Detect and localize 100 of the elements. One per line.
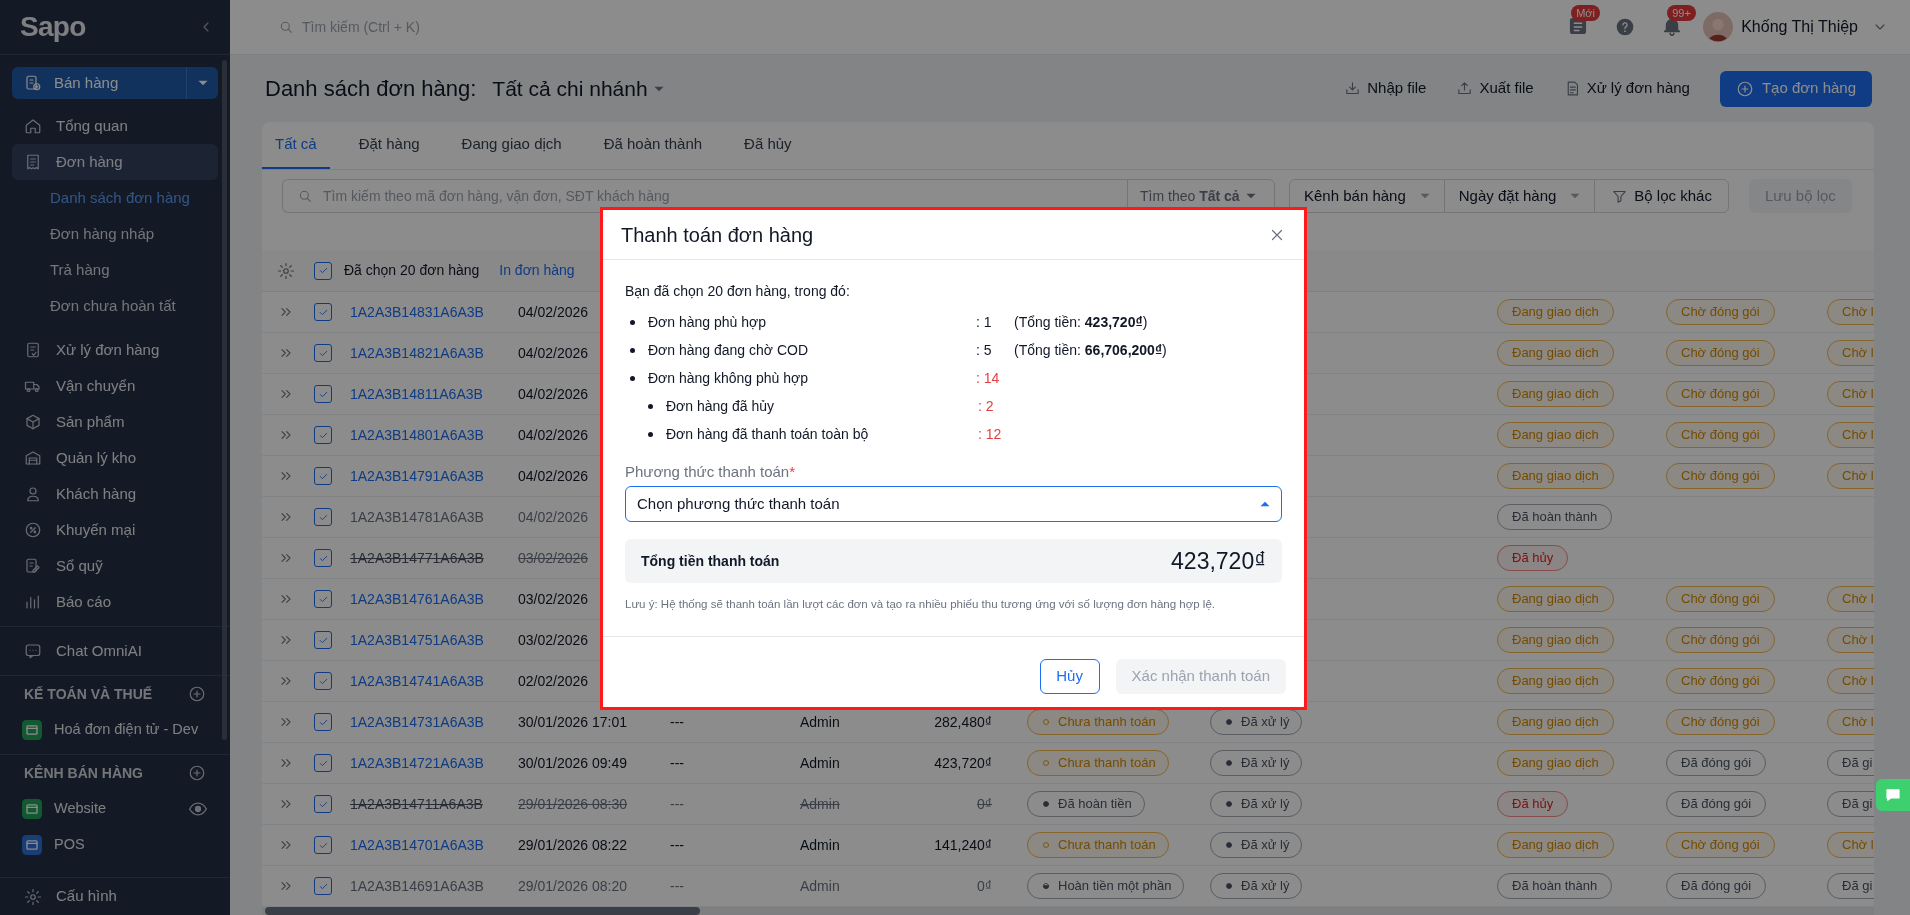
section-title: KÊNH BÁN HÀNG xyxy=(24,763,143,783)
checkbox[interactable] xyxy=(314,877,332,895)
help-icon[interactable] xyxy=(1615,17,1636,37)
checkbox[interactable] xyxy=(314,467,332,485)
branch-dropdown[interactable]: Tất cả chi nhánh xyxy=(492,72,664,105)
bar-chart-icon xyxy=(24,593,42,611)
chat-button[interactable] xyxy=(1876,779,1910,811)
status-badge: Đang giao dịch xyxy=(1497,463,1614,489)
checkbox[interactable] xyxy=(314,795,332,813)
order-code-link[interactable]: 1A2A3B14831A6A3B xyxy=(350,303,484,320)
create-order-button[interactable]: Tạo đơn hàng xyxy=(1719,70,1872,107)
scrollbar-thumb[interactable] xyxy=(265,907,700,915)
checkbox[interactable] xyxy=(314,631,332,649)
sidebar-item[interactable]: Xử lý đơn hàng xyxy=(12,332,218,368)
order-code-link[interactable]: 1A2A3B14731A6A3B xyxy=(350,713,484,730)
table-cell: 04/02/2026 xyxy=(518,508,589,525)
bullet xyxy=(630,347,635,353)
half-circle-icon xyxy=(1040,880,1052,892)
checkbox[interactable] xyxy=(314,672,332,690)
sidebar-item[interactable]: Khách hàng xyxy=(12,476,218,512)
tab[interactable]: Đã hủy xyxy=(731,122,805,169)
page-title: Danh sách đơn hàng: xyxy=(265,75,477,103)
checkbox[interactable] xyxy=(314,344,332,362)
order-code-link[interactable]: 1A2A3B14691A6A3B xyxy=(350,877,484,894)
checkbox[interactable] xyxy=(314,508,332,526)
order-code-link[interactable]: 1A2A3B14761A6A3B xyxy=(350,590,484,607)
order-code-link[interactable]: 1A2A3B14791A6A3B xyxy=(350,467,484,484)
add-icon[interactable] xyxy=(188,685,206,703)
toolbar-button[interactable]: Nhập file xyxy=(1344,77,1427,100)
order-code-link[interactable]: 1A2A3B14781A6A3B xyxy=(350,508,484,525)
sidebar-item[interactable]: Đơn hàng xyxy=(12,144,218,180)
table-cell: --- xyxy=(670,754,684,771)
order-code-link[interactable]: 1A2A3B14701A6A3B xyxy=(350,836,484,853)
sidebar-item[interactable]: Tổng quan xyxy=(12,108,218,144)
table-cell: 29/01/2026 08:20 xyxy=(518,877,627,894)
table-cell: 02/02/2026 xyxy=(518,672,589,689)
table-cell: 30/01/2026 17:01 xyxy=(518,713,627,730)
chat-icon xyxy=(24,642,42,660)
checkbox[interactable] xyxy=(314,303,332,321)
settings-icon[interactable] xyxy=(277,261,295,280)
sidebar-item[interactable]: Vận chuyển xyxy=(12,368,218,404)
add-icon[interactable] xyxy=(188,764,206,782)
total-label: Tổng tiền thanh toán xyxy=(641,551,780,571)
tab[interactable]: Tất cả xyxy=(262,122,330,169)
field-label: Phương thức thanh toán xyxy=(625,461,790,482)
status-badge: Đã hủy xyxy=(1497,791,1569,817)
user-name[interactable]: Khống Thị Thiệp xyxy=(1741,15,1858,39)
checkbox[interactable] xyxy=(314,713,332,731)
summary-count: : 14 xyxy=(976,368,1001,388)
sidebar-item[interactable]: Quản lý kho xyxy=(12,440,218,476)
tab[interactable]: Đã hoàn thành xyxy=(590,122,716,169)
sidebar-item[interactable]: Chat OmniAI xyxy=(12,633,218,669)
sidebar-subitem[interactable]: Đơn chưa hoàn tất xyxy=(50,294,176,318)
payment-method-select[interactable]: Chọn phương thức thanh toán xyxy=(625,486,1282,522)
sidebar-item[interactable]: POS xyxy=(12,827,218,863)
order-code-link[interactable]: 1A2A3B14741A6A3B xyxy=(350,672,484,689)
status-badge: Đã đóng gói xyxy=(1666,791,1767,817)
table-cell: 04/02/2026 xyxy=(518,467,589,484)
logo[interactable]: Sapo xyxy=(20,6,86,48)
bulk-action-link[interactable]: In đơn hàng xyxy=(499,260,575,281)
sidebar-subitem[interactable]: Trả hàng xyxy=(50,258,110,282)
sidebar-item[interactable]: Hoá đơn điện tử - Dev xyxy=(12,712,218,748)
order-code-link[interactable]: 1A2A3B14721A6A3B xyxy=(350,754,484,771)
sidebar-item[interactable]: Sản phẩm xyxy=(12,404,218,440)
checkbox[interactable] xyxy=(314,385,332,403)
selection-count: Đã chọn 20 đơn hàng xyxy=(344,261,480,280)
checkbox[interactable] xyxy=(314,754,332,772)
order-code-link[interactable]: 1A2A3B14711A6A3B xyxy=(350,795,483,812)
table-cell: --- xyxy=(670,836,684,853)
sidebar-item[interactable]: Cấu hình xyxy=(12,878,129,915)
checkbox[interactable] xyxy=(314,836,332,854)
checkbox[interactable] xyxy=(314,549,332,567)
more-filters-button[interactable]: Bộ lọc khác xyxy=(1595,180,1728,212)
filter-dropdown[interactable]: Ngày đặt hàng xyxy=(1444,180,1596,212)
sidebar-item[interactable]: Sổ quỹ xyxy=(12,548,218,584)
tab[interactable]: Đặt hàng xyxy=(345,122,433,169)
tab[interactable]: Đang giao dịch xyxy=(448,122,575,169)
bullet xyxy=(648,431,653,437)
sidebar-item[interactable]: Khuyến mại xyxy=(12,512,218,548)
sidebar-item[interactable]: Báo cáo xyxy=(12,584,218,620)
order-code-link[interactable]: 1A2A3B14801A6A3B xyxy=(350,426,484,443)
checkbox[interactable] xyxy=(314,590,332,608)
percent-icon xyxy=(24,521,42,539)
table-cell: 03/02/2026 xyxy=(518,549,589,566)
checkbox[interactable] xyxy=(314,261,332,280)
avatar[interactable] xyxy=(1703,12,1734,42)
toolbar-button[interactable]: Xuất file xyxy=(1456,77,1534,100)
order-code-link[interactable]: 1A2A3B14751A6A3B xyxy=(350,631,484,648)
sidebar-subitem[interactable]: Danh sách đơn hàng xyxy=(50,186,190,210)
dot-icon xyxy=(1223,839,1235,851)
sidebar-item[interactable]: Website xyxy=(12,791,218,827)
sidebar-subitem[interactable]: Đơn hàng nháp xyxy=(50,222,155,246)
checkbox[interactable] xyxy=(314,426,332,444)
table-cell: 03/02/2026 xyxy=(518,590,589,607)
order-code-link[interactable]: 1A2A3B14811A6A3B xyxy=(350,385,483,402)
order-code-link[interactable]: 1A2A3B14771A6A3B xyxy=(350,549,484,566)
cancel-button[interactable]: Hủy xyxy=(1039,659,1100,694)
store-switch[interactable]: Bán hàng xyxy=(12,67,218,99)
order-code-link[interactable]: 1A2A3B14821A6A3B xyxy=(350,344,484,361)
toolbar-button[interactable]: Xử lý đơn hàng xyxy=(1563,77,1690,100)
